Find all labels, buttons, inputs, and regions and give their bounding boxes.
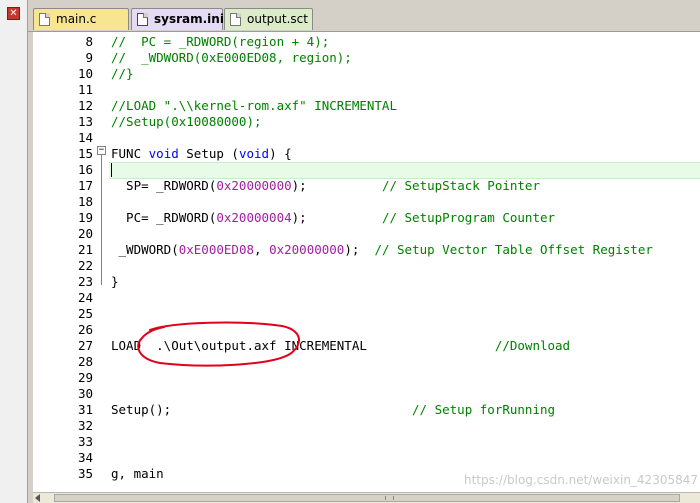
line-number: 20 (77, 226, 93, 241)
line-number: 15 (77, 146, 93, 161)
code-text: Setup ( (178, 146, 239, 161)
code-text: Setup(); (111, 402, 413, 417)
tab-output-sct[interactable]: output.sct (224, 8, 313, 30)
line-number: 30 (77, 386, 93, 401)
current-line-highlight (109, 162, 700, 179)
line-number: 24 (77, 290, 93, 305)
code-line-23: } (111, 274, 119, 290)
left-pane: ✕ (0, 0, 28, 503)
code-line-35: g, main (111, 466, 164, 482)
code-text: PC= _RDWORD( (111, 210, 217, 225)
code-line-17: SP= _RDWORD(0x20000000); // SetupStack P… (111, 178, 540, 194)
code-line-8: // PC = _RDWORD(region + 4); (111, 34, 329, 50)
horizontal-scrollbar[interactable] (33, 492, 700, 503)
code-number: 0x20000000 (216, 178, 292, 193)
line-number: 34 (77, 450, 93, 465)
line-number: 22 (77, 258, 93, 273)
code-editor[interactable]: 8 9 10 11 12 13 14 15 16 17 18 19 20 21 … (33, 32, 700, 492)
code-line-31: Setup(); // Setup forRunning (111, 402, 555, 418)
code-comment: // SetupStack Pointer (381, 178, 540, 193)
code-line-27: LOAD .\Out\output.axf INCREMENTAL //Down… (111, 338, 570, 354)
code-text: ); (291, 210, 382, 225)
line-number: 19 (77, 210, 93, 225)
code-text: , (254, 242, 270, 257)
code-comment: // PC = _RDWORD(region + 4); (111, 34, 330, 49)
code-text: FUNC (111, 146, 149, 161)
code-text: g, main (111, 466, 164, 481)
line-number: 10 (77, 66, 93, 81)
code-comment: // Setup forRunning (412, 402, 556, 417)
close-icon[interactable]: ✕ (7, 7, 20, 20)
line-number: 33 (77, 434, 93, 449)
line-number: 9 (85, 50, 93, 65)
code-comment: //Setup(0x10080000); (111, 114, 262, 129)
line-number: 14 (77, 130, 93, 145)
tab-label: output.sct (247, 12, 308, 26)
tab-sysram-ini[interactable]: sysram.ini (131, 8, 224, 30)
tab-label: main.c (56, 12, 97, 26)
scroll-grip-icon (385, 496, 394, 500)
line-number: 13 (77, 114, 93, 129)
tab-label: sysram.ini (154, 12, 224, 26)
code-line-15: FUNC void Setup (void) { (111, 146, 292, 162)
code-line-21: _WDWORD(0xE000ED08, 0x20000000); // Setu… (111, 242, 653, 258)
text-caret (111, 163, 112, 177)
line-number: 17 (77, 178, 93, 193)
code-line-10: //} (111, 66, 134, 82)
line-number: 28 (77, 354, 93, 369)
code-number: 0x20000004 (216, 210, 292, 225)
line-number: 12 (77, 98, 93, 113)
code-comment: // SetupProgram Counter (381, 210, 556, 225)
line-number: 16 (77, 162, 93, 177)
tab-bar: main.c sysram.ini output.sct (28, 0, 700, 32)
line-number: 18 (77, 194, 93, 209)
scroll-thumb[interactable] (54, 494, 680, 502)
code-comment: // Setup Vector Table Offset Register (374, 242, 653, 257)
code-line-13: //Setup(0x10080000); (111, 114, 262, 130)
tab-main-c[interactable]: main.c (33, 8, 129, 30)
code-line-9: // _WDWORD(0xE000ED08, region); (111, 50, 352, 66)
code-line-19: PC= _RDWORD(0x20000004); // SetupProgram… (111, 210, 555, 226)
code-keyword: void (148, 146, 179, 161)
file-icon (230, 13, 241, 26)
line-number: 23 (77, 274, 93, 289)
line-number: 31 (77, 402, 93, 417)
fold-toggle-icon[interactable]: − (97, 146, 106, 155)
line-number: 26 (77, 322, 93, 337)
code-text: LOAD .\Out\output.axf INCREMENTAL (111, 338, 495, 353)
line-number: 27 (77, 338, 93, 353)
line-number: 32 (77, 418, 93, 433)
watermark-text: https://blog.csdn.net/weixin_42305847 (463, 473, 698, 487)
line-number: 25 (77, 306, 93, 321)
line-number: 29 (77, 370, 93, 385)
line-number: 11 (77, 82, 93, 97)
code-text: } (111, 274, 119, 289)
code-number: 0x20000000 (269, 242, 345, 257)
line-number: 21 (77, 242, 93, 257)
code-text: _WDWORD( (111, 242, 179, 257)
code-comment: //Download (494, 338, 571, 353)
code-comment: //LOAD ".\\kernel-rom.axf" INCREMENTAL (111, 98, 397, 113)
line-number: 35 (77, 466, 93, 481)
file-icon (39, 13, 50, 26)
fold-region-line (101, 155, 102, 285)
code-text: ); (344, 242, 375, 257)
code-keyword: void (238, 146, 270, 161)
line-number: 8 (85, 34, 93, 49)
code-line-12: //LOAD ".\\kernel-rom.axf" INCREMENTAL (111, 98, 397, 114)
code-text: SP= _RDWORD( (111, 178, 217, 193)
file-icon (137, 13, 148, 26)
code-comment: // _WDWORD(0xE000ED08, region); (111, 50, 352, 65)
code-text: ) { (269, 146, 292, 161)
code-number: 0xE000ED08 (178, 242, 254, 257)
scroll-left-arrow-icon[interactable] (35, 494, 40, 502)
code-comment: //} (111, 66, 134, 81)
code-text: ); (291, 178, 382, 193)
line-number-gutter: 8 9 10 11 12 13 14 15 16 17 18 19 20 21 … (33, 32, 95, 492)
